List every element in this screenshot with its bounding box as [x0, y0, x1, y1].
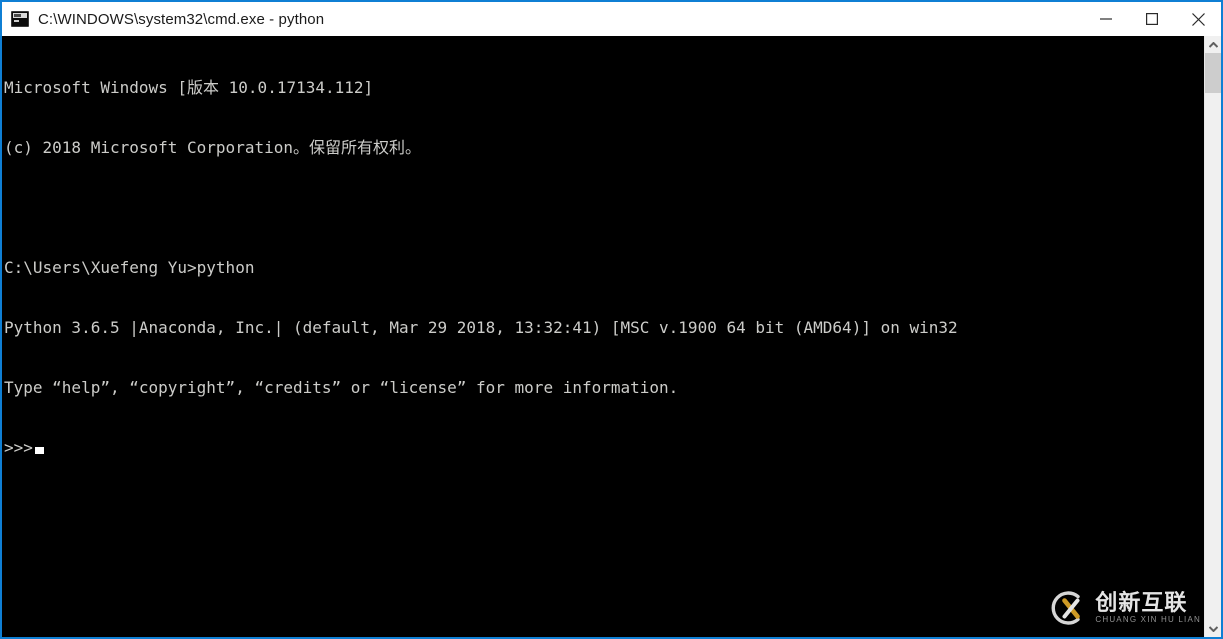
vertical-scrollbar[interactable] [1204, 36, 1221, 637]
python-prompt: >>> [4, 438, 33, 457]
text-cursor [34, 447, 44, 454]
close-button[interactable] [1175, 2, 1221, 36]
cmd-window: C:\WINDOWS\system32\cmd.exe - python Mic… [0, 0, 1223, 639]
console-line: Python 3.6.5 |Anaconda, Inc.| (default, … [4, 318, 958, 337]
console-line: (c) 2018 Microsoft Corporation。保留所有权利。 [4, 138, 421, 157]
console-line: Microsoft Windows [版本 10.0.17134.112] [4, 78, 374, 97]
scrollbar-thumb[interactable] [1205, 53, 1221, 93]
chevron-up-icon[interactable] [1205, 36, 1221, 53]
console-line: C:\Users\Xuefeng Yu>python [4, 258, 255, 277]
cmd-console-icon [11, 11, 29, 27]
window-controls [1083, 2, 1221, 36]
console-line: Type “help”, “copyright”, “credits” or “… [4, 378, 679, 397]
console-text: Microsoft Windows [版本 10.0.17134.112] (c… [4, 38, 1184, 498]
chevron-down-icon[interactable] [1205, 620, 1221, 637]
window-titlebar[interactable]: C:\WINDOWS\system32\cmd.exe - python [2, 2, 1221, 36]
console-output-area[interactable]: Microsoft Windows [版本 10.0.17134.112] (c… [2, 36, 1221, 637]
minimize-button[interactable] [1083, 2, 1129, 36]
maximize-button[interactable] [1129, 2, 1175, 36]
console-prompt-line: >>> [4, 438, 1184, 458]
window-title: C:\WINDOWS\system32\cmd.exe - python [38, 10, 325, 28]
